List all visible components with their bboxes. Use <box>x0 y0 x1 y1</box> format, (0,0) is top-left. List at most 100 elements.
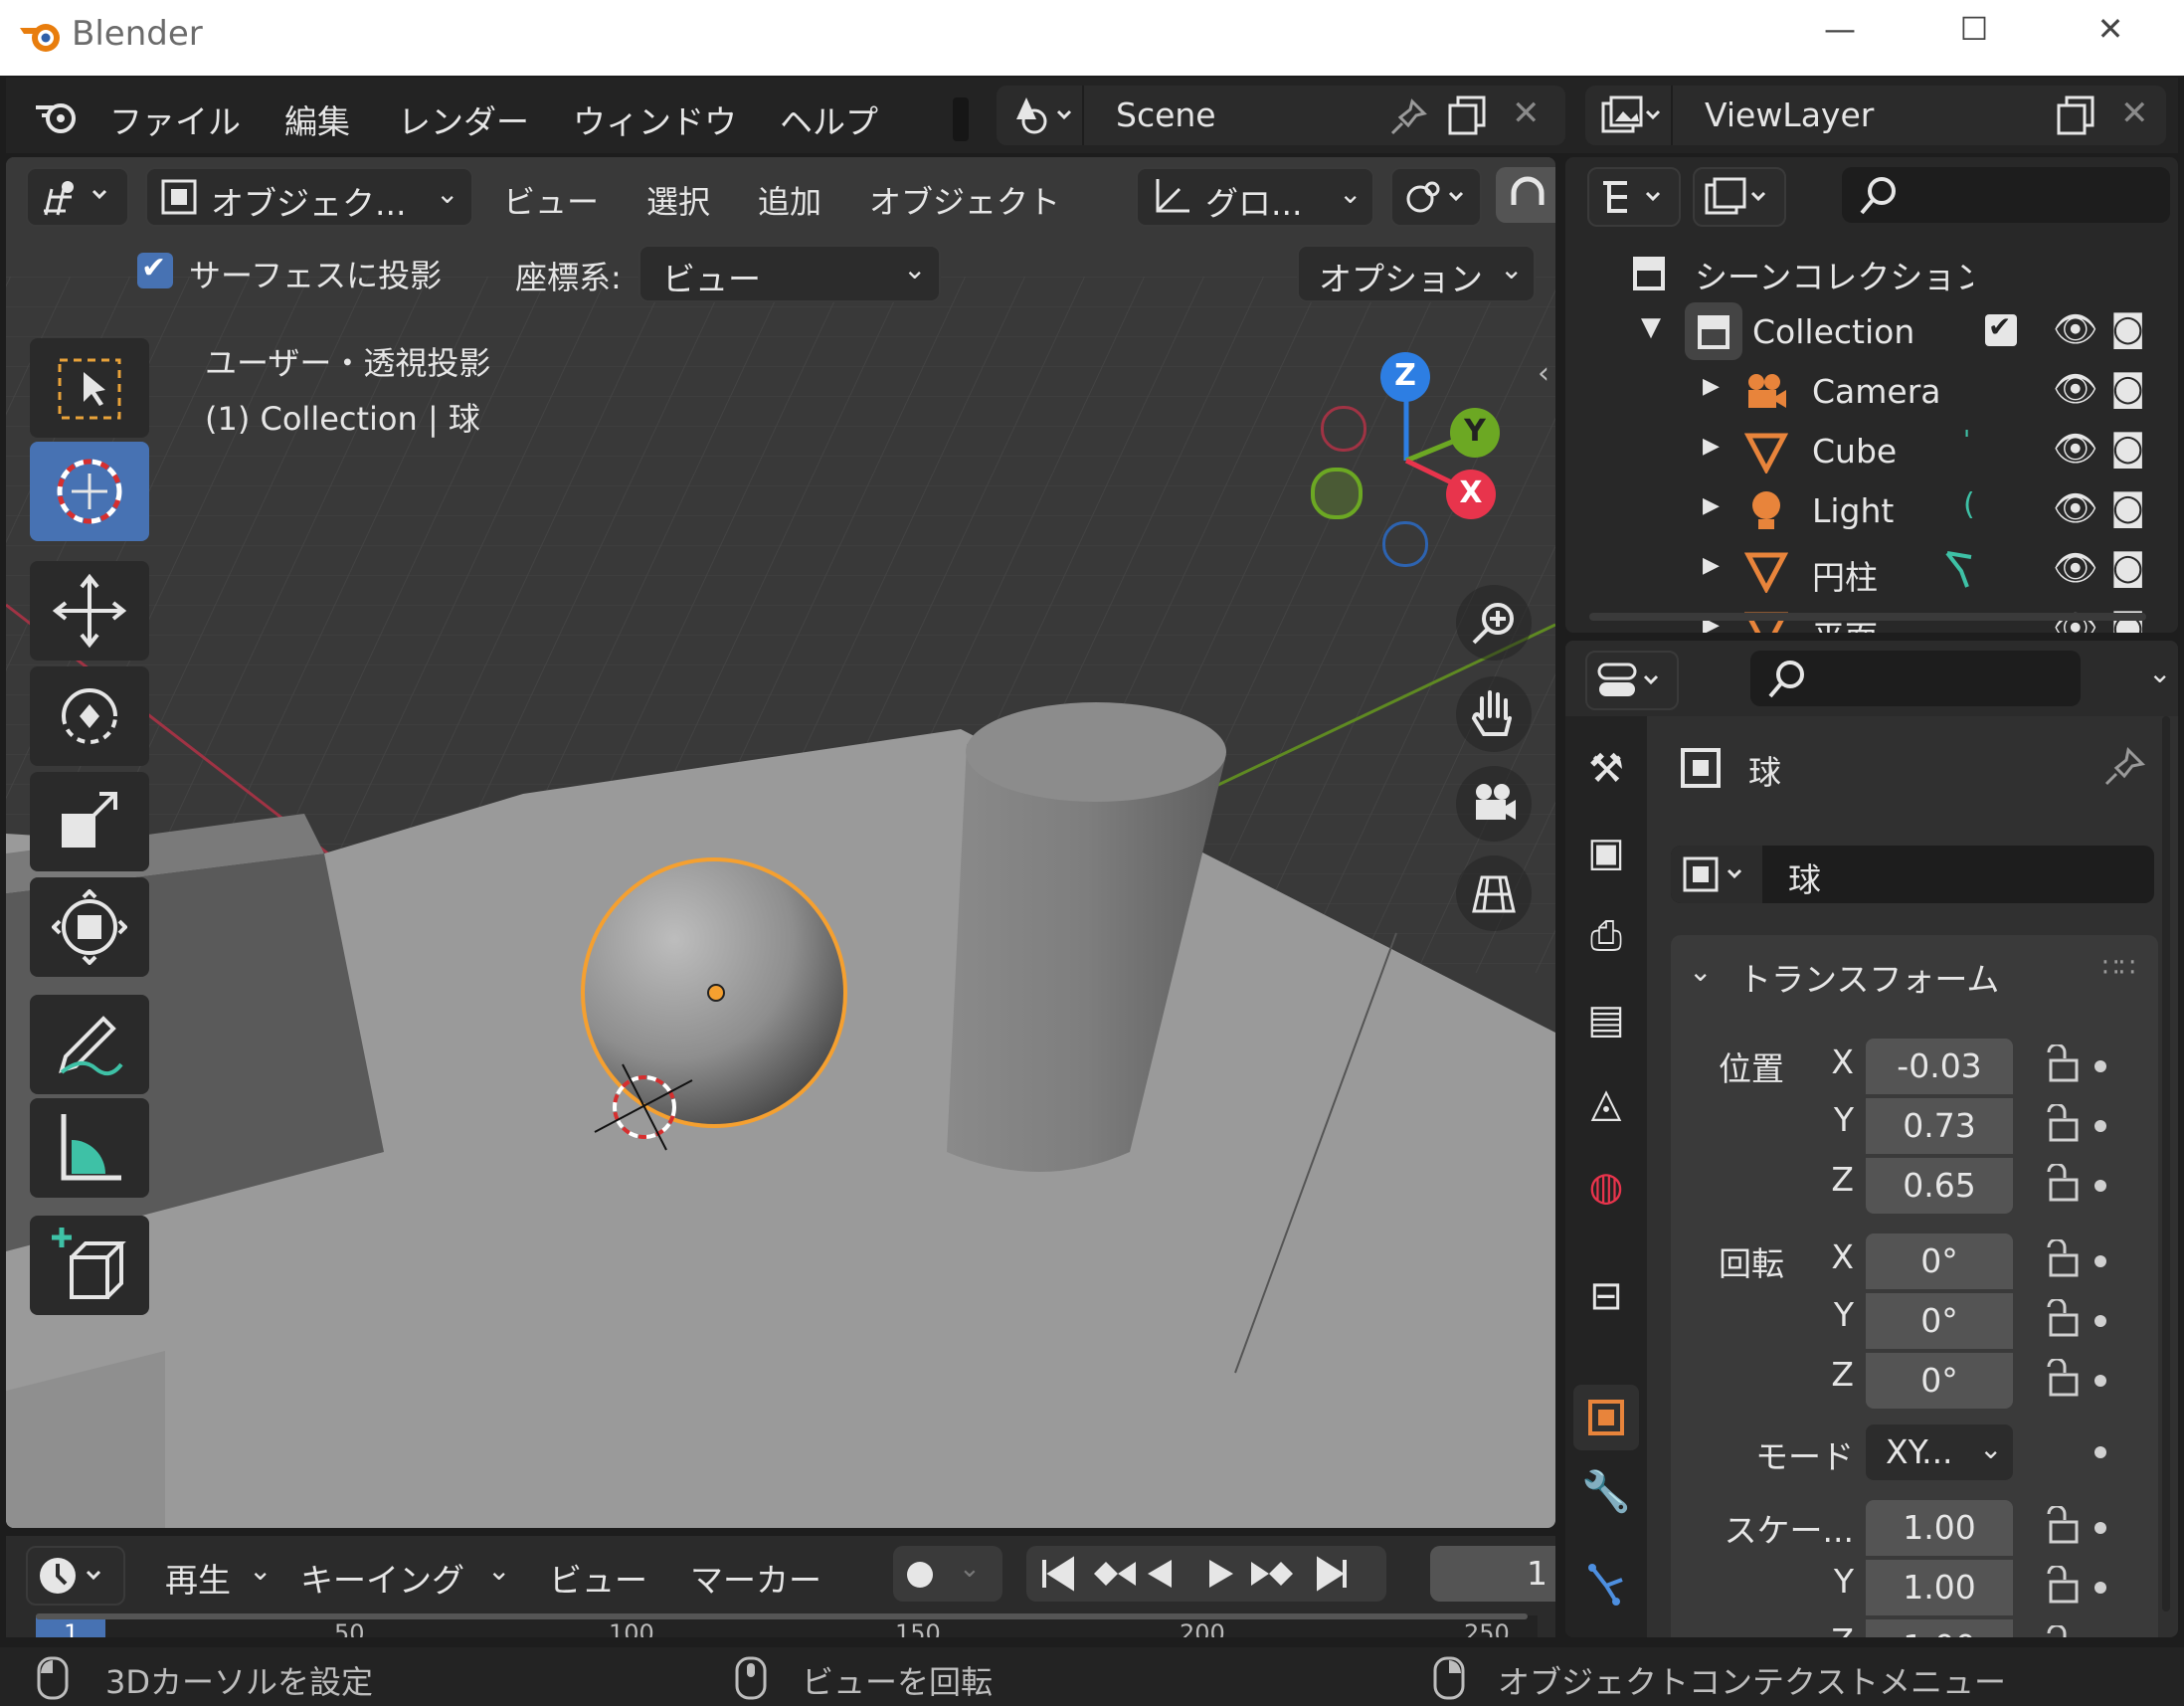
rotation-x-field[interactable]: 0° <box>1866 1233 2013 1289</box>
tab-scene[interactable]: ◬ <box>1573 1080 1639 1146</box>
tab-world[interactable]: ◍ <box>1573 1164 1639 1230</box>
options-dropdown[interactable]: オプション ⌄ <box>1297 245 1536 302</box>
play-button[interactable] <box>1199 1546 1255 1602</box>
tool-rotate[interactable] <box>30 666 149 766</box>
menu-help[interactable]: ヘルプ <box>780 95 878 143</box>
ortho-toggle-button[interactable] <box>1456 855 1532 931</box>
tool-measure[interactable] <box>30 1098 149 1198</box>
editor-type-selector[interactable] <box>26 167 129 227</box>
rotation-mode-dropdown[interactable]: XY... ⌄ <box>1866 1424 2013 1480</box>
tool-select-box[interactable] <box>30 338 149 438</box>
object-name-value[interactable]: 球 <box>1788 853 1821 901</box>
outliner-scrollbar[interactable] <box>1589 613 2146 621</box>
expand-arrow-icon[interactable]: ▼ <box>1641 312 1661 342</box>
pin-icon[interactable] <box>1388 97 1428 137</box>
pan-button[interactable] <box>1456 676 1532 752</box>
keyframe-dot[interactable] <box>2094 1315 2106 1327</box>
pivot-point-selector[interactable] <box>1390 167 1482 227</box>
object-name-field[interactable]: 球 <box>1671 846 2154 903</box>
lock-icon[interactable] <box>2041 1357 2081 1399</box>
lock-icon[interactable] <box>2041 1237 2081 1279</box>
outliner-editor-type[interactable] <box>1587 167 1681 227</box>
expand-arrow-icon[interactable]: ▶ <box>1703 553 1720 578</box>
properties-editor-type[interactable] <box>1585 651 1679 710</box>
lock-icon[interactable] <box>2041 1504 2081 1546</box>
jump-keyframe-back-button[interactable] <box>1084 1546 1140 1602</box>
properties-search-input[interactable] <box>1750 651 2081 706</box>
outliner-row-cylinder[interactable]: ▶ 円柱 👁 ◙ <box>1565 541 2178 599</box>
keying-menu[interactable]: キーイング ⌄ <box>280 1546 519 1602</box>
outliner-search-input[interactable] <box>1842 167 2170 223</box>
gizmo-neg-z-axis[interactable] <box>1382 521 1428 567</box>
chevron-down-icon[interactable]: ⌄ <box>2148 657 2171 689</box>
expand-arrow-icon[interactable]: ▶ <box>1703 493 1720 518</box>
tab-tool[interactable]: ⚒ <box>1573 746 1639 812</box>
view-layer-name[interactable]: ViewLayer <box>1705 95 1874 134</box>
display-mode-selector[interactable] <box>1693 167 1786 227</box>
tool-cursor[interactable] <box>30 442 149 541</box>
gizmo-neg-x-axis[interactable] <box>1321 406 1366 452</box>
keyframe-dot[interactable] <box>2094 1375 2106 1387</box>
delete-view-layer-icon[interactable]: ✕ <box>2120 94 2149 133</box>
timeline-panel[interactable]: 再生 ⌄ キーイング ⌄ ビュー マーカー ⌄ 1 1 50 100 150 2… <box>6 1536 1555 1637</box>
scene-name[interactable]: Scene <box>1116 95 1216 134</box>
transform-orientation-selector[interactable]: グロ... ⌄ <box>1136 167 1374 227</box>
keyframe-dot[interactable] <box>2094 1120 2106 1132</box>
close-button[interactable]: ✕ <box>2081 10 2140 48</box>
zoom-button[interactable] <box>1456 585 1532 661</box>
tab-particles[interactable] <box>1573 1552 1639 1617</box>
location-z-field[interactable]: 0.65 <box>1866 1158 2013 1214</box>
tool-move[interactable] <box>30 561 149 661</box>
menu-edit[interactable]: 編集 <box>284 95 350 143</box>
current-frame-field[interactable]: 1 <box>1430 1546 1555 1602</box>
jump-start-button[interactable] <box>1026 1546 1082 1602</box>
outliner-row-camera[interactable]: ▶ Camera 👁 ◙ <box>1565 362 2178 420</box>
timeline-menu-marker[interactable]: マーカー <box>690 1554 821 1602</box>
lock-icon[interactable] <box>2041 1162 2081 1204</box>
play-reverse-button[interactable] <box>1142 1546 1197 1602</box>
snap-toggle[interactable] <box>1496 167 1555 223</box>
render-camera-icon[interactable]: ◙ <box>2110 368 2145 409</box>
gizmo-neg-y-axis[interactable] <box>1311 468 1363 519</box>
view-layer-selector[interactable]: ViewLayer ✕ <box>1585 86 2166 145</box>
gizmo-x-axis[interactable]: X <box>1446 470 1496 519</box>
eye-icon[interactable]: 👁 <box>2053 308 2098 350</box>
drag-handle-icon[interactable]: ∷∷ <box>2102 953 2135 983</box>
scale-y-field[interactable]: 1.00 <box>1866 1560 2013 1615</box>
3d-viewport[interactable]: Z Y X オブジェク... ⌄ ビュー 選択 追加 オブジェクト グロ... … <box>6 157 1555 1528</box>
delete-scene-icon[interactable]: ✕ <box>1512 94 1541 133</box>
new-view-layer-icon[interactable] <box>2053 94 2100 137</box>
render-camera-icon[interactable]: ◙ <box>2110 308 2145 349</box>
properties-scrollbar[interactable] <box>2162 716 2170 1611</box>
camera-view-button[interactable] <box>1456 766 1532 842</box>
lock-icon[interactable] <box>2041 1564 2081 1606</box>
keyframe-dot[interactable] <box>2094 1522 2106 1534</box>
new-scene-icon[interactable] <box>1444 94 1492 137</box>
lock-icon[interactable] <box>2041 1043 2081 1084</box>
mode-selector[interactable]: オブジェク... ⌄ <box>145 167 473 227</box>
tool-annotate[interactable] <box>30 995 149 1094</box>
tool-transform[interactable] <box>30 877 149 977</box>
location-y-field[interactable]: 0.73 <box>1866 1098 2013 1154</box>
transform-panel-title[interactable]: トランスフォーム <box>1738 953 1999 1001</box>
outliner-row-collection[interactable]: ▼ Collection ✔ 👁 ◙ <box>1565 302 2178 360</box>
chevron-down-icon[interactable]: ⌄ <box>1689 955 1712 988</box>
keyframe-dot[interactable] <box>2094 1582 2106 1594</box>
menu-render[interactable]: レンダー <box>398 95 529 143</box>
rotation-y-field[interactable]: 0° <box>1866 1293 2013 1349</box>
outliner-row-light[interactable]: ▶ Light ( 👁 ◙ <box>1565 481 2178 539</box>
keyframe-dot[interactable] <box>2094 1446 2106 1458</box>
menu-window[interactable]: ウィンドウ <box>573 95 737 143</box>
snap-checkbox[interactable]: ✔ <box>137 251 173 288</box>
tool-add-cube[interactable] <box>30 1216 149 1315</box>
sidebar-toggle-icon[interactable]: ‹ <box>1538 356 1549 391</box>
eye-icon[interactable]: 👁 <box>2053 368 2098 410</box>
tab-object[interactable] <box>1573 1385 1639 1450</box>
render-camera-icon[interactable]: ◙ <box>2110 547 2145 588</box>
tab-render[interactable]: ▣ <box>1573 830 1639 895</box>
keyframe-dot[interactable] <box>2094 1180 2106 1192</box>
outliner-row-cube[interactable]: ▶ Cube ' 👁 ◙ <box>1565 422 2178 479</box>
eye-icon[interactable]: 👁 <box>2053 547 2098 589</box>
auto-keying-toggle[interactable]: ⌄ <box>893 1546 1002 1602</box>
playback-menu[interactable]: 再生 ⌄ <box>139 1546 276 1602</box>
